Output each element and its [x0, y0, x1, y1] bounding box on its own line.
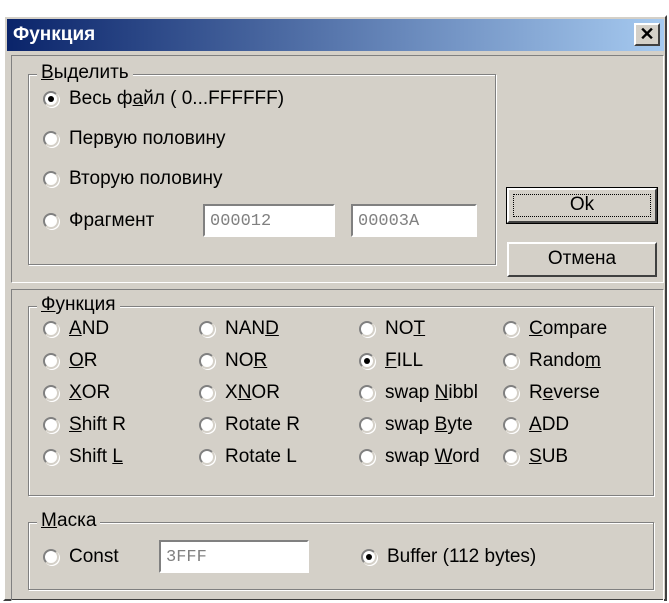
radio-label: Весь файл ( 0...FFFFFF)	[69, 88, 285, 109]
cancel-button[interactable]: Отмена	[507, 242, 657, 277]
mask-legend: Маска	[37, 510, 101, 532]
radio-indicator	[43, 385, 59, 401]
radio-indicator	[503, 449, 519, 465]
mask-group: Маска Const 3FFF Buffer (112 bytes)	[28, 510, 654, 590]
radio-label: Buffer (112 bytes)	[387, 546, 537, 567]
radio-indicator	[503, 417, 519, 433]
radio-indicator	[199, 321, 215, 337]
radio-indicator	[199, 449, 215, 465]
function-radio[interactable]: Compare	[503, 318, 607, 340]
window-title: Функция	[13, 24, 96, 45]
radio-indicator	[43, 549, 59, 565]
radio-indicator	[43, 449, 59, 465]
function-radio[interactable]: OR	[43, 350, 98, 372]
radio-indicator	[43, 353, 59, 369]
radio-first-half[interactable]: Первую половину	[43, 128, 226, 150]
function-radio[interactable]: swap Nibbl	[359, 382, 478, 404]
function-dialog: Функция ✕ Выделить Весь файл ( 0...FFFFF…	[3, 15, 667, 601]
function-radio[interactable]: Shift R	[43, 414, 126, 436]
radio-label: Rotate L	[225, 446, 297, 467]
function-radio[interactable]: Rotate R	[199, 414, 300, 436]
radio-label: swap Nibbl	[385, 382, 478, 403]
radio-indicator	[43, 171, 59, 187]
radio-second-half[interactable]: Вторую половину	[43, 168, 222, 190]
title-bar[interactable]: Функция ✕	[7, 19, 664, 51]
radio-indicator	[199, 353, 215, 369]
radio-label: XOR	[69, 382, 111, 403]
const-mask-input[interactable]: 3FFF	[158, 539, 310, 574]
function-radio[interactable]: Rotate L	[199, 446, 297, 468]
radio-label: Reverse	[529, 382, 600, 403]
function-radio[interactable]: NAND	[199, 318, 279, 340]
close-button[interactable]: ✕	[634, 23, 660, 46]
radio-label: Const	[69, 546, 119, 567]
radio-label: Фрагмент	[69, 210, 155, 231]
radio-indicator	[43, 213, 59, 229]
radio-label: Shift R	[69, 414, 127, 435]
radio-label: Shift L	[69, 446, 123, 467]
radio-indicator	[359, 321, 375, 337]
radio-indicator	[359, 385, 375, 401]
radio-indicator	[503, 385, 519, 401]
fragment-start-input[interactable]: 000012	[202, 203, 336, 238]
radio-label: NAND	[225, 318, 279, 339]
radio-const[interactable]: Const	[43, 546, 119, 568]
function-radio[interactable]: NOR	[199, 350, 267, 372]
radio-label: NOR	[225, 350, 268, 371]
radio-indicator	[361, 549, 377, 565]
radio-indicator	[43, 91, 59, 107]
radio-indicator	[359, 449, 375, 465]
radio-label: swap Word	[385, 446, 480, 467]
radio-label: Вторую половину	[69, 168, 223, 189]
function-radio[interactable]: ADD	[503, 414, 569, 436]
function-radio[interactable]: NOT	[359, 318, 425, 340]
fragment-end-input[interactable]: 00003A	[350, 203, 478, 238]
radio-label: FILL	[385, 350, 424, 371]
radio-label: Rotate R	[225, 414, 300, 435]
function-radio[interactable]: swap Word	[359, 446, 480, 468]
function-panel: Функция AND OR XOR Shift R Shift L NAND NOR XNO…	[11, 289, 664, 601]
function-radio[interactable]: XNOR	[199, 382, 280, 404]
function-radio[interactable]: SUB	[503, 446, 568, 468]
radio-indicator	[359, 353, 375, 369]
radio-indicator	[503, 321, 519, 337]
function-group: Функция AND OR XOR Shift R Shift L NAND NOR XNO…	[28, 294, 654, 496]
radio-label: XNOR	[225, 382, 280, 403]
radio-indicator	[359, 417, 375, 433]
radio-indicator	[43, 417, 59, 433]
function-radio[interactable]: Random	[503, 350, 601, 372]
radio-label: SUB	[529, 446, 569, 467]
radio-indicator	[199, 385, 215, 401]
ok-button[interactable]: Ok	[506, 187, 658, 224]
radio-indicator	[43, 321, 59, 337]
radio-label: ADD	[529, 414, 570, 435]
function-radio[interactable]: swap Byte	[359, 414, 473, 436]
radio-fragment[interactable]: Фрагмент	[43, 210, 154, 232]
radio-indicator	[199, 417, 215, 433]
select-panel: Выделить Весь файл ( 0...FFFFFF) Первую …	[11, 55, 664, 283]
close-icon: ✕	[639, 24, 655, 44]
radio-label: AND	[69, 318, 110, 339]
radio-label: Первую половину	[69, 128, 226, 149]
radio-indicator	[43, 131, 59, 147]
radio-label: Compare	[529, 318, 608, 339]
select-legend: Выделить	[37, 62, 133, 84]
radio-label: NOT	[385, 318, 426, 339]
focus-rectangle	[513, 194, 651, 217]
radio-label: Random	[529, 350, 601, 371]
function-radio[interactable]: XOR	[43, 382, 110, 404]
radio-whole-file[interactable]: Весь файл ( 0...FFFFFF)	[43, 88, 284, 110]
function-legend: Функция	[37, 294, 120, 316]
radio-label: OR	[69, 350, 98, 371]
function-radio[interactable]: FILL	[359, 350, 423, 372]
radio-indicator	[503, 353, 519, 369]
radio-buffer[interactable]: Buffer (112 bytes)	[361, 546, 536, 568]
function-radio[interactable]: AND	[43, 318, 109, 340]
select-group: Выделить Весь файл ( 0...FFFFFF) Первую …	[28, 62, 496, 265]
function-radio[interactable]: Reverse	[503, 382, 600, 404]
radio-label: swap Byte	[385, 414, 473, 435]
function-radio[interactable]: Shift L	[43, 446, 123, 468]
